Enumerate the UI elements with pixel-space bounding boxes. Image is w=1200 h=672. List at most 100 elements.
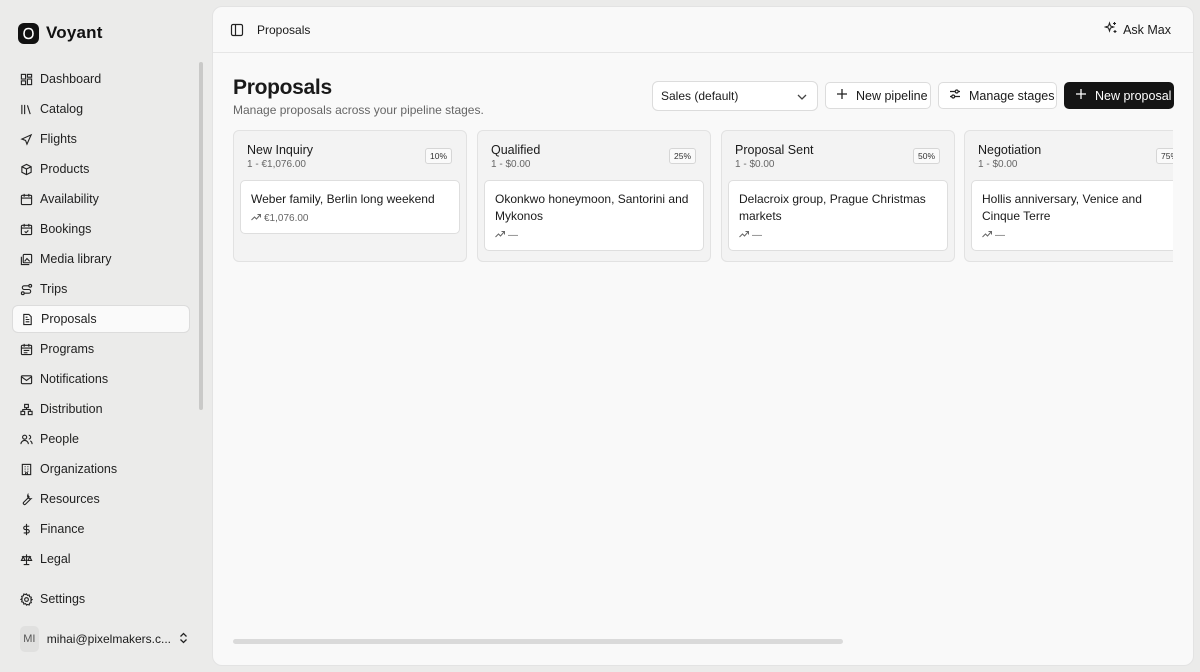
sidebar-nav: Dashboard Catalog Flights Products Avail… [12, 65, 190, 575]
sidebar-item-label: Products [40, 162, 90, 176]
sidebar-item-label: Trips [40, 282, 68, 296]
proposal-card-amount: — [995, 230, 1005, 241]
ask-max-button[interactable]: Ask Max [1103, 21, 1171, 38]
sidebar: Voyant Dashboard Catalog Flights Product… [0, 0, 206, 672]
stage-column-qualified: Qualified 1 - $0.00 25% Okonkwo honeymoo… [477, 130, 711, 262]
package-icon [20, 163, 33, 176]
voyant-logo-icon [18, 22, 39, 44]
stage-summary: 1 - $0.00 [491, 159, 531, 170]
route-icon [20, 283, 33, 296]
sidebar-item-label: Proposals [41, 312, 97, 326]
plus-icon [836, 88, 848, 103]
sidebar-item-catalog[interactable]: Catalog [12, 95, 190, 123]
sidebar-item-notifications[interactable]: Notifications [12, 365, 190, 393]
sidebar-item-people[interactable]: People [12, 425, 190, 453]
stage-summary: 1 - €1,076.00 [247, 159, 306, 170]
sidebar-toggle-icon[interactable] [230, 23, 244, 37]
page-title: Proposals [233, 76, 332, 99]
topbar: Proposals Ask Max [213, 7, 1193, 53]
stage-probability-badge: 10% [424, 148, 452, 164]
proposal-card[interactable]: Delacroix group, Prague Christmas market… [728, 180, 948, 251]
sidebar-item-media-library[interactable]: Media library [12, 245, 190, 273]
new-proposal-label: New proposal [1095, 88, 1172, 103]
sidebar-item-label: Media library [40, 252, 112, 266]
sliders-icon [949, 88, 961, 103]
stage-title: Proposal Sent [735, 143, 814, 157]
new-pipeline-label: New pipeline [856, 88, 928, 103]
calendar-icon [20, 193, 33, 206]
sidebar-item-dashboard[interactable]: Dashboard [12, 65, 190, 93]
chevrons-up-down-icon [179, 632, 194, 647]
brand[interactable]: Voyant [18, 20, 103, 46]
proposal-card[interactable]: Hollis anniversary, Venice and Cinque Te… [971, 180, 1173, 251]
stage-column-proposal-sent: Proposal Sent 1 - $0.00 50% Delacroix gr… [721, 130, 955, 262]
sidebar-item-label: Flights [40, 132, 77, 146]
dollar-icon [20, 523, 33, 536]
scale-icon [20, 553, 33, 566]
breadcrumb[interactable]: Proposals [257, 23, 310, 37]
sidebar-item-availability[interactable]: Availability [12, 185, 190, 213]
users-icon [20, 433, 33, 446]
sidebar-item-trips[interactable]: Trips [12, 275, 190, 303]
sidebar-item-settings[interactable]: Settings [12, 585, 190, 613]
ask-max-label: Ask Max [1123, 22, 1171, 37]
manage-stages-button[interactable]: Manage stages [938, 82, 1057, 109]
building-icon [20, 463, 33, 476]
page-subtitle: Manage proposals across your pipeline st… [233, 103, 484, 117]
trending-up-icon [251, 213, 261, 224]
sidebar-item-legal[interactable]: Legal [12, 545, 190, 573]
sidebar-item-label: Notifications [40, 372, 109, 386]
new-pipeline-button[interactable]: New pipeline [825, 82, 931, 109]
stage-title: Qualified [491, 143, 541, 157]
proposal-card[interactable]: Okonkwo honeymoon, Santorini and Mykonos… [484, 180, 704, 251]
library-icon [20, 103, 33, 116]
pipeline-board: New Inquiry 1 - €1,076.00 10% Weber fami… [233, 130, 1173, 270]
sidebar-item-resources[interactable]: Resources [12, 485, 190, 513]
manage-stages-label: Manage stages [969, 88, 1055, 103]
pipeline-select-value: Sales (default) [661, 89, 739, 103]
stage-probability-badge: 75% [1155, 148, 1173, 164]
images-icon [20, 253, 33, 266]
board-horizontal-scrollbar[interactable] [233, 639, 843, 644]
stage-column-negotiation: Negotiation 1 - $0.00 75% Hollis anniver… [964, 130, 1173, 262]
new-proposal-button[interactable]: New proposal [1064, 82, 1174, 109]
proposal-card-amount: — [752, 230, 762, 241]
user-menu[interactable]: MI mihai@pixelmakers.c... [12, 624, 194, 654]
file-text-icon [21, 313, 34, 326]
proposal-card-value: — [982, 230, 1173, 241]
proposal-card-amount: €1,076.00 [264, 213, 309, 224]
calendar-check-icon [20, 223, 33, 236]
mail-icon [20, 373, 33, 386]
sidebar-item-label: Finance [40, 522, 85, 536]
sidebar-item-finance[interactable]: Finance [12, 515, 190, 543]
stage-summary: 1 - $0.00 [735, 159, 775, 170]
plus-icon [1075, 88, 1087, 103]
avatar: MI [20, 626, 39, 652]
sidebar-item-products[interactable]: Products [12, 155, 190, 183]
stage-probability-badge: 25% [668, 148, 696, 164]
proposal-card[interactable]: Weber family, Berlin long weekend €1,076… [240, 180, 460, 234]
sidebar-item-label: Legal [40, 552, 71, 566]
gear-icon [20, 592, 33, 606]
sidebar-settings: Settings [12, 585, 190, 615]
brand-name: Voyant [46, 23, 103, 42]
sidebar-item-programs[interactable]: Programs [12, 335, 190, 363]
sidebar-item-proposals[interactable]: Proposals [12, 305, 190, 333]
sidebar-scrollbar[interactable] [199, 62, 203, 410]
proposal-card-title: Weber family, Berlin long weekend [251, 192, 435, 206]
wrench-icon [20, 492, 33, 506]
proposal-card-title: Hollis anniversary, Venice and Cinque Te… [982, 192, 1142, 223]
plane-icon [20, 133, 33, 146]
sidebar-item-label: Programs [40, 342, 95, 356]
sidebar-item-distribution[interactable]: Distribution [12, 395, 190, 423]
stage-probability-badge: 50% [912, 148, 940, 164]
calendar-range-icon [20, 343, 33, 356]
sidebar-item-bookings[interactable]: Bookings [12, 215, 190, 243]
pipeline-select[interactable]: Sales (default) [652, 81, 818, 111]
proposal-card-amount: — [508, 230, 518, 241]
stage-column-new-inquiry: New Inquiry 1 - €1,076.00 10% Weber fami… [233, 130, 467, 262]
sidebar-item-flights[interactable]: Flights [12, 125, 190, 153]
sidebar-item-label: Organizations [40, 462, 118, 476]
sparkles-icon [1103, 21, 1118, 38]
sidebar-item-organizations[interactable]: Organizations [12, 455, 190, 483]
